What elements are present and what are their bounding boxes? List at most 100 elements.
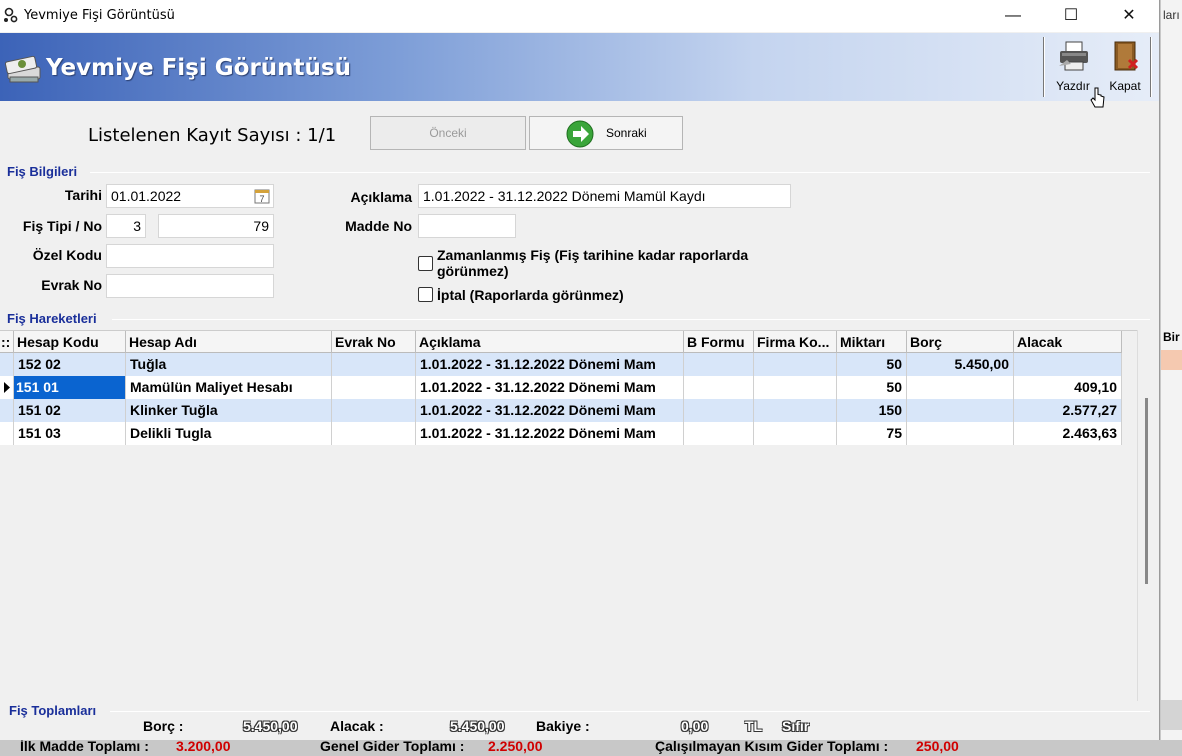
cell-aciklama[interactable]: 1.01.2022 - 31.12.2022 Dönemi Mam	[416, 399, 684, 422]
title-bar[interactable]: Yevmiye Fişi Görüntüsü — ☐ ✕	[0, 0, 1159, 32]
cell-hesap-adi[interactable]: Tuğla	[126, 353, 332, 376]
cell-borc[interactable]	[907, 376, 1014, 399]
hand-cursor-icon	[1090, 87, 1105, 108]
column-header-hesap-adi[interactable]: Hesap Adı	[126, 331, 332, 353]
column-header-miktar[interactable]: Miktarı	[837, 331, 907, 353]
iptal-checkbox[interactable]	[418, 287, 433, 302]
close-form-button[interactable]: Kapat	[1099, 36, 1151, 98]
cell-borc[interactable]	[907, 399, 1014, 422]
tarih-value: 01.01.2022	[111, 188, 182, 204]
window-title: Yevmiye Fişi Görüntüsü	[24, 8, 175, 23]
fis-bilgileri-divider	[90, 172, 1150, 173]
table-row[interactable]: 151 03 Delikli Tugla 1.01.2022 - 31.12.2…	[0, 422, 1122, 445]
cell-evrak-no[interactable]	[332, 353, 416, 376]
ozel-kodu-field[interactable]	[106, 244, 274, 268]
cell-miktar[interactable]: 150	[837, 399, 907, 422]
cell-b-formu[interactable]	[684, 422, 754, 445]
current-row-arrow-icon	[4, 382, 10, 393]
cell-b-formu[interactable]	[684, 399, 754, 422]
minimize-button[interactable]: —	[984, 0, 1042, 32]
grid-vertical-scrollbar[interactable]	[1137, 330, 1159, 701]
fis-toplamlari-title: Fiş Toplamları	[9, 703, 97, 718]
cell-alacak[interactable]: 409,10	[1014, 376, 1122, 399]
background-calisilmayan-label: Çalışılmayan Kısım Gider Toplamı :	[655, 740, 889, 754]
column-header-firma-kodu[interactable]: Firma Ko...	[754, 331, 837, 353]
column-header-evrak-no[interactable]: Evrak No	[332, 331, 416, 353]
cell-firma-kodu[interactable]	[754, 353, 837, 376]
background-ilk-madde-label: İlk Madde Toplamı :	[20, 740, 149, 754]
cell-b-formu[interactable]	[684, 376, 754, 399]
background-column-header: Bir	[1163, 330, 1180, 344]
total-bakiye-label: Bakiye :	[536, 718, 590, 734]
cell-hesap-kodu[interactable]: 151 02	[14, 399, 126, 422]
scrollbar-thumb[interactable]	[1145, 398, 1148, 584]
cell-hesap-adi[interactable]: Delikli Tugla	[126, 422, 332, 445]
tarih-field[interactable]: 01.01.2022 7	[106, 184, 274, 208]
yevmiye-window: Yevmiye Fişi Görüntüsü — ☐ ✕ Yevmiye Fiş…	[0, 0, 1160, 740]
cell-hesap-kodu[interactable]: 152 02	[14, 353, 126, 376]
printer-icon	[1059, 41, 1088, 71]
column-header-alacak[interactable]: Alacak	[1014, 331, 1122, 353]
cell-alacak[interactable]: 2.463,63	[1014, 422, 1122, 445]
row-indicator[interactable]	[0, 353, 14, 376]
next-label: Sonraki	[606, 126, 647, 140]
fis-tipi-field[interactable]: 3	[106, 214, 146, 238]
row-indicator-current[interactable]	[0, 376, 14, 399]
column-header-borc[interactable]: Borç	[907, 331, 1014, 353]
background-ilk-madde-value: 3.200,00	[176, 740, 231, 754]
close-window-button[interactable]: ✕	[1100, 0, 1158, 32]
cell-hesap-adi[interactable]: Mamülün Maliyet Hesabı	[126, 376, 332, 399]
cell-aciklama[interactable]: 1.01.2022 - 31.12.2022 Dönemi Mam	[416, 422, 684, 445]
svg-text:7: 7	[259, 194, 264, 204]
cell-miktar[interactable]: 50	[837, 353, 907, 376]
madde-no-field[interactable]	[418, 214, 516, 238]
fis-no-field[interactable]: 79	[158, 214, 274, 238]
row-indicator[interactable]	[0, 422, 14, 445]
previous-button[interactable]: Önceki	[370, 116, 526, 150]
row-indicator[interactable]	[0, 399, 14, 422]
zamanlanmis-checkbox[interactable]	[418, 256, 433, 271]
background-panel	[1161, 700, 1182, 730]
background-genel-gider-label: Genel Gider Toplamı :	[320, 740, 465, 754]
zamanlanmis-label-line1: Zamanlanmış Fiş (Fiş tarihine kadar rapo…	[437, 247, 749, 263]
column-header-hesap-kodu[interactable]: Hesap Kodu	[14, 331, 126, 353]
cell-b-formu[interactable]	[684, 353, 754, 376]
table-row[interactable]: 151 02 Klinker Tuğla 1.01.2022 - 31.12.2…	[0, 399, 1122, 422]
cell-evrak-no[interactable]	[332, 376, 416, 399]
next-button[interactable]: Sonraki	[529, 116, 683, 150]
cell-evrak-no[interactable]	[332, 422, 416, 445]
cell-evrak-no[interactable]	[332, 399, 416, 422]
background-tab-text: ları	[1163, 8, 1180, 22]
cell-aciklama[interactable]: 1.01.2022 - 31.12.2022 Dönemi Mam	[416, 353, 684, 376]
cell-firma-kodu[interactable]	[754, 399, 837, 422]
grid-corner[interactable]: ::	[0, 331, 14, 353]
table-row-selected[interactable]: 151 01 Mamülün Maliyet Hesabı 1.01.2022 …	[0, 376, 1122, 399]
cell-hesap-kodu[interactable]: 151 03	[14, 422, 126, 445]
evrak-no-field[interactable]	[106, 274, 274, 298]
aciklama-field[interactable]: 1.01.2022 - 31.12.2022 Dönemi Mamül Kayd…	[418, 184, 791, 208]
cell-hesap-kodu-text: 151 01	[16, 379, 59, 395]
cell-aciklama[interactable]: 1.01.2022 - 31.12.2022 Dönemi Mam	[416, 376, 684, 399]
cell-miktar[interactable]: 50	[837, 376, 907, 399]
money-icon	[4, 55, 41, 83]
cell-firma-kodu[interactable]	[754, 422, 837, 445]
fis-hareketleri-title: Fiş Hareketleri	[7, 311, 97, 326]
total-alacak-value: 5.450,00	[450, 718, 505, 734]
cell-miktar[interactable]: 75	[837, 422, 907, 445]
table-row[interactable]: 152 02 Tuğla 1.01.2022 - 31.12.2022 Döne…	[0, 353, 1122, 376]
cell-firma-kodu[interactable]	[754, 376, 837, 399]
column-header-b-formu[interactable]: B Formu	[684, 331, 754, 353]
cell-hesap-kodu[interactable]: 151 01	[14, 376, 126, 399]
cell-borc[interactable]: 5.450,00	[907, 353, 1014, 376]
column-header-aciklama[interactable]: Açıklama	[416, 331, 684, 353]
calendar-icon[interactable]: 7	[254, 188, 270, 204]
cell-alacak[interactable]	[1014, 353, 1122, 376]
background-calisilmayan-value: 250,00	[916, 740, 959, 754]
maximize-button[interactable]: ☐	[1042, 0, 1100, 32]
cell-alacak[interactable]: 2.577,27	[1014, 399, 1122, 422]
total-currency: TL	[745, 718, 763, 734]
cell-borc[interactable]	[907, 422, 1014, 445]
cell-hesap-adi[interactable]: Klinker Tuğla	[126, 399, 332, 422]
total-bakiye-text: Sıfır	[782, 718, 810, 734]
fis-hareketleri-grid[interactable]: :: Hesap Kodu Hesap Adı Evrak No Açıklam…	[0, 330, 1137, 701]
